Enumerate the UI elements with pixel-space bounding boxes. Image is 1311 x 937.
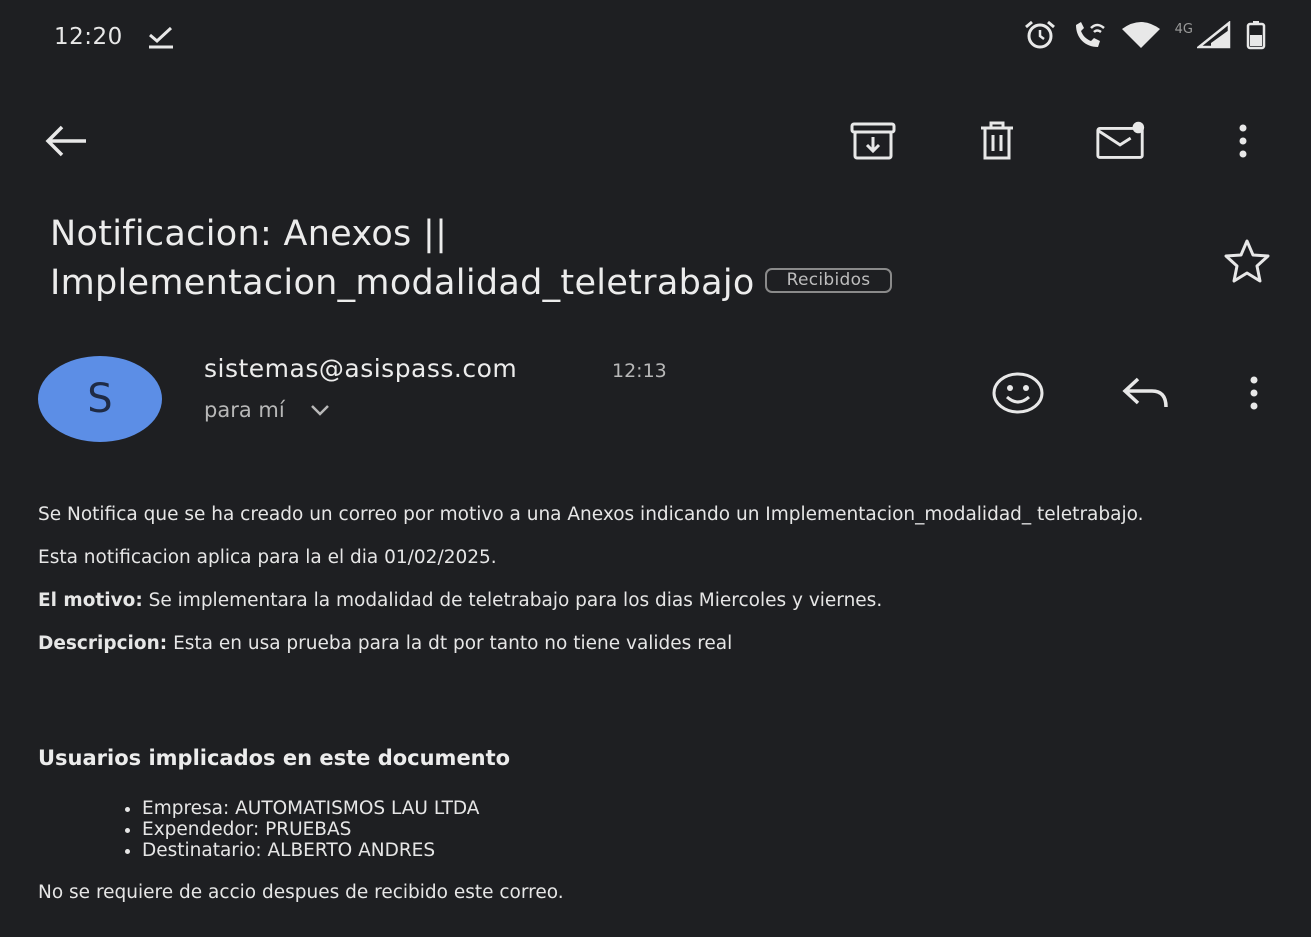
motivo-paragraph: El motivo: Se implementara la modalidad …	[38, 590, 1268, 611]
recipient-label: para mí	[204, 398, 285, 422]
delete-button[interactable]	[970, 116, 1024, 166]
alarm-icon	[1024, 20, 1055, 49]
email-subject: Notificacion: Anexos || Implementacion_m…	[50, 210, 1200, 308]
body-paragraph: Se Notifica que se ha creado un correo p…	[38, 504, 1144, 525]
status-icons: 4G	[1023, 20, 1267, 50]
footer-note: No se requiere de accio despues de recib…	[38, 882, 564, 903]
descripcion-paragraph: Descripcion: Esta en usa prueba para la …	[38, 633, 1268, 654]
star-icon[interactable]	[1220, 236, 1274, 286]
users-list: Empresa: AUTOMATISMOS LAU LTDA Expendedo…	[112, 798, 479, 861]
delete-icon	[981, 121, 1013, 160]
descripcion-label: Descripcion:	[38, 633, 168, 654]
emoji-icon	[992, 372, 1044, 414]
list-item: Empresa: AUTOMATISMOS LAU LTDA	[142, 798, 479, 819]
react-button[interactable]	[990, 368, 1046, 418]
users-title: Usuarios implicados en este documento	[38, 746, 511, 770]
recipient-toggle[interactable]: para mí	[204, 398, 331, 422]
sender-time: 12:13	[612, 360, 667, 382]
battery-icon	[1246, 21, 1266, 50]
descripcion-text: Esta en usa prueba para la dt por tanto …	[167, 633, 733, 654]
back-arrow-icon[interactable]	[40, 118, 92, 164]
archive-icon	[850, 122, 896, 160]
status-time: 12:20	[54, 24, 123, 50]
motivo-label: El motivo:	[38, 590, 143, 611]
label-chip[interactable]: Recibidos	[764, 267, 893, 293]
reply-button[interactable]	[1118, 368, 1174, 418]
list-item: Expendedor: PRUEBAS	[142, 819, 479, 840]
mark-unread-icon	[1096, 121, 1145, 159]
avatar[interactable]: S	[38, 356, 162, 442]
more-options-button[interactable]	[1216, 116, 1270, 166]
sender-address: sistemas@asispass.com	[204, 354, 518, 383]
check-icon	[149, 26, 173, 49]
mark-unread-button[interactable]	[1094, 116, 1148, 166]
body-paragraph: Esta notificacion aplica para la el dia …	[38, 547, 497, 568]
subject-line-1: Notificacion: Anexos ||	[50, 214, 448, 254]
more-vert-icon	[1250, 376, 1258, 410]
email-body: Se Notifica que se ha creado un correo p…	[38, 504, 1268, 654]
chevron-down-icon	[311, 405, 330, 416]
wifi-icon	[1121, 22, 1160, 48]
reply-icon	[1122, 377, 1168, 408]
subject-line-2: Implementacion_modalidad_teletrabajo	[50, 263, 755, 303]
list-item: Destinatario: ALBERTO ANDRES	[142, 840, 479, 861]
network-label: 4G	[1174, 21, 1193, 37]
wifi-call-icon	[1075, 22, 1105, 47]
more-vert-icon	[1239, 124, 1247, 158]
message-more-button[interactable]	[1226, 368, 1282, 418]
signal-icon	[1197, 21, 1231, 49]
motivo-text: Se implementara la modalidad de teletrab…	[142, 590, 883, 611]
archive-button[interactable]	[846, 116, 900, 166]
